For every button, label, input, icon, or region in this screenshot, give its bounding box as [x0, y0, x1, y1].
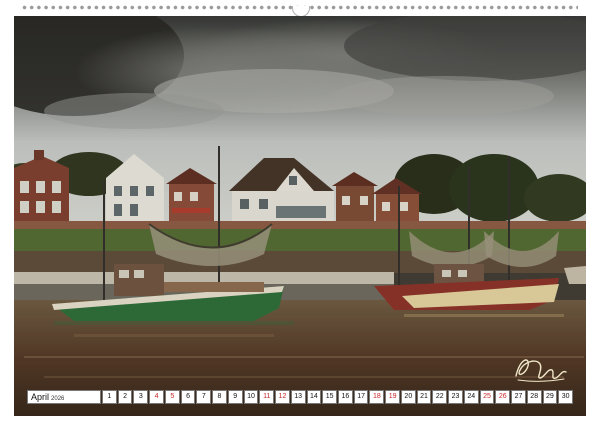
day-cell: 5 [164, 390, 180, 404]
day-cell: 24 [463, 390, 479, 404]
month-year: 2026 [51, 396, 65, 402]
day-cell: 29 [542, 390, 558, 404]
day-cell: 16 [338, 390, 353, 404]
day-cell: 23 [448, 390, 463, 404]
day-cell: 9 [227, 390, 243, 404]
day-cell: 3 [133, 390, 149, 404]
day-cell: 20 [400, 390, 416, 404]
day-cell: 11 [259, 390, 275, 404]
day-cell: 27 [511, 390, 526, 404]
photo-tone [14, 16, 586, 416]
day-cell: 18 [369, 390, 385, 404]
day-cell: 1 [102, 390, 117, 404]
spiral-binding [0, 0, 600, 17]
day-cell: 28 [526, 390, 542, 404]
day-cell: 19 [385, 390, 400, 404]
month-name: April [31, 392, 50, 402]
day-cell: 26 [495, 390, 511, 404]
day-cell: 7 [196, 390, 212, 404]
harbor-photo [14, 16, 586, 416]
day-cells: 1 2 3 4 5 6 7 8 9 10 11 12 13 14 15 16 17 18 19 20 21 22 23 24 2… [102, 390, 574, 404]
day-cell: 22 [432, 390, 448, 404]
day-cell: 8 [212, 390, 227, 404]
day-cell: 2 [117, 390, 133, 404]
day-cell: 25 [479, 390, 495, 404]
day-cell: 15 [322, 390, 338, 404]
day-cell: 14 [306, 390, 322, 404]
day-cell: 13 [290, 390, 306, 404]
day-cell: 12 [275, 390, 290, 404]
month-label-box: April 2026 [27, 390, 101, 404]
day-cell: 17 [353, 390, 369, 404]
day-cell: 6 [180, 390, 196, 404]
day-cell: 21 [416, 390, 432, 404]
signature-icon [515, 359, 567, 382]
harbor-scene [14, 16, 586, 416]
day-cell: 30 [558, 390, 574, 404]
day-cell: 10 [243, 390, 259, 404]
calendar-strip: April 2026 1 2 3 4 5 6 7 8 9 10 11 12 13 14 15 16 17 18 19 2… [27, 390, 574, 404]
day-cell: 4 [149, 390, 164, 404]
